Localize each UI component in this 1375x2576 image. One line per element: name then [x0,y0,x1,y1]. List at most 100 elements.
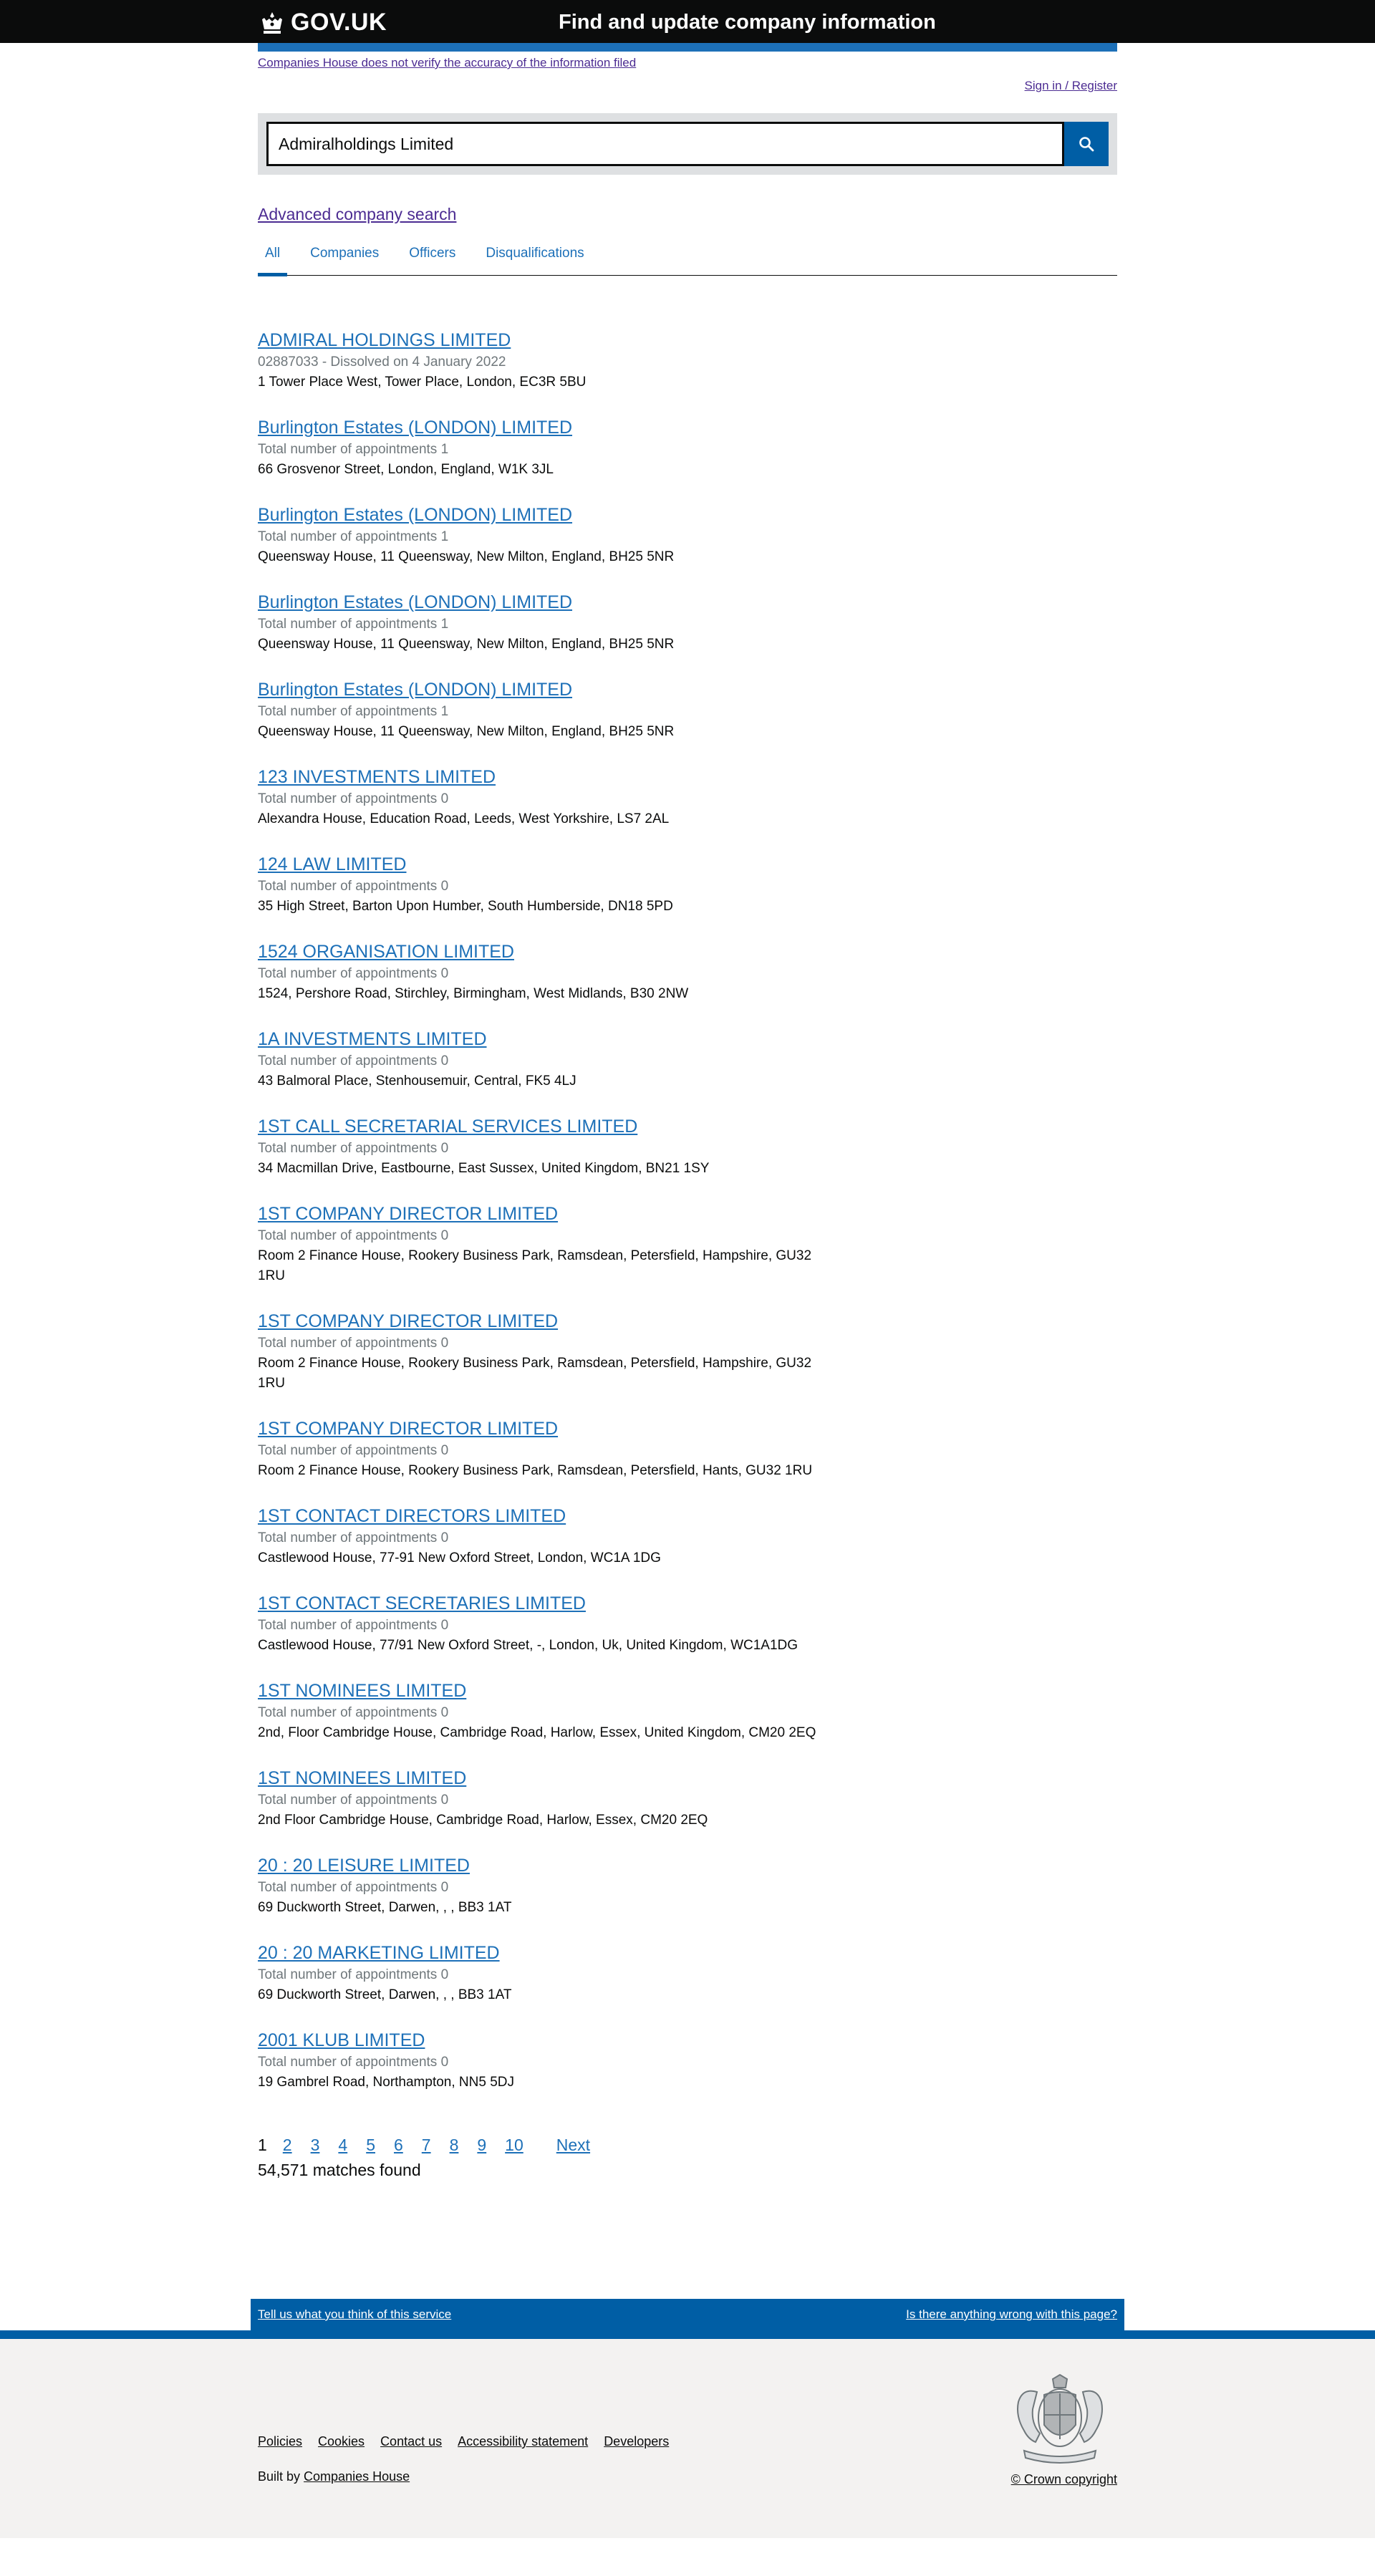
footer-link-accessibility[interactable]: Accessibility statement [458,2434,588,2449]
result-title-link[interactable]: 1ST NOMINEES LIMITED [258,1767,466,1790]
report-problem-link[interactable]: Is there anything wrong with this page? [906,2307,1117,2322]
gov-header: GOV.UK Find and update company informati… [0,0,1375,43]
result-address: 43 Balmoral Place, Stenhousemuir, Centra… [258,1074,576,1089]
next-page-link[interactable]: Next [556,2136,590,2155]
footer-link-developers[interactable]: Developers [604,2434,669,2449]
list-item: 1524 ORGANISATION LIMITED Total number of… [258,940,1117,1004]
list-item: 1ST NOMINEES LIMITED Total number of appo… [258,1767,1117,1830]
result-title-link[interactable]: 1A INVESTMENTS LIMITED [258,1028,487,1051]
page-link-7[interactable]: 7 [422,2136,431,2155]
list-item: 20 : 20 MARKETING LIMITED Total number of… [258,1941,1117,2005]
crown-copyright-link[interactable]: © Crown copyright [1011,2472,1117,2487]
result-address: 19 Gambrel Road, Northampton, NN5 5DJ [258,2075,514,2090]
service-name-link[interactable]: Find and update company information [559,11,936,34]
result-title-link[interactable]: 1ST CONTACT DIRECTORS LIMITED [258,1505,566,1528]
results-list: ADMIRAL HOLDINGS LIMITED 02887033 - Disso… [258,329,1117,2093]
result-address: 34 Macmillan Drive, Eastbourne, East Sus… [258,1161,710,1176]
result-address: Room 2 Finance House, Rookery Business P… [258,1248,812,1283]
search-button[interactable] [1064,122,1109,166]
feedback-bar: Tell us what you think of this service I… [251,2299,1124,2330]
page-link-9[interactable]: 9 [477,2136,486,2155]
result-title-link[interactable]: 1ST COMPANY DIRECTOR LIMITED [258,1202,558,1225]
sign-in-register-link[interactable]: Sign in / Register [1025,79,1117,93]
result-title-link[interactable]: Burlington Estates (LONDON) LIMITED [258,678,572,701]
result-address: Alexandra House, Education Road, Leeds, … [258,811,670,826]
result-address: Queensway House, 11 Queensway, New Milto… [258,724,675,739]
footer-links: Policies Cookies Contact us Accessibilit… [258,2434,685,2449]
result-meta: Total number of appointments 1 [258,704,449,719]
tab-officers[interactable]: Officers [402,241,463,276]
result-meta: Total number of appointments 1 [258,442,449,457]
list-item: 1ST CONTACT SECRETARIES LIMITED Total num… [258,1592,1117,1656]
search-tabs: All Companies Officers Disqualifications [258,241,1117,276]
result-meta: Total number of appointments 0 [258,1880,449,1895]
result-address: 1524, Pershore Road, Stirchley, Birmingh… [258,986,689,1001]
companies-house-link[interactable]: Companies House [304,2469,410,2484]
crown-icon [262,11,282,34]
result-title-link[interactable]: 1ST COMPANY DIRECTOR LIMITED [258,1310,558,1333]
search-bar [258,113,1117,175]
result-title-link[interactable]: Burlington Estates (LONDON) LIMITED [258,503,572,526]
list-item: 1A INVESTMENTS LIMITED Total number of ap… [258,1028,1117,1091]
result-address: 66 Grosvenor Street, London, England, W1… [258,462,554,477]
tab-companies[interactable]: Companies [303,241,386,276]
search-icon [1079,137,1094,152]
result-title-link[interactable]: 124 LAW LIMITED [258,853,406,876]
search-input[interactable] [266,122,1064,166]
result-address: 2nd, Floor Cambridge House, Cambridge Ro… [258,1725,816,1740]
footer-link-cookies[interactable]: Cookies [318,2434,365,2449]
result-title-link[interactable]: 1ST NOMINEES LIMITED [258,1679,466,1702]
main-container: Companies House does not verify the accu… [258,52,1117,2180]
result-title-link[interactable]: 1ST CALL SECRETARIAL SERVICES LIMITED [258,1115,637,1138]
result-title-link[interactable]: 20 : 20 LEISURE LIMITED [258,1854,470,1877]
page-link-4[interactable]: 4 [338,2136,347,2155]
list-item: 1ST NOMINEES LIMITED Total number of appo… [258,1679,1117,1743]
result-address: 35 High Street, Barton Upon Humber, Sout… [258,899,673,914]
header-blue-stripe [258,43,1117,52]
footer: Policies Cookies Contact us Accessibilit… [0,2339,1375,2538]
list-item: 1ST COMPANY DIRECTOR LIMITED Total number… [258,1202,1117,1286]
list-item: ADMIRAL HOLDINGS LIMITED 02887033 - Disso… [258,329,1117,392]
result-address: Castlewood House, 77/91 New Oxford Stree… [258,1638,799,1653]
tab-all[interactable]: All [258,241,288,276]
result-meta: Total number of appointments 0 [258,1336,449,1351]
page-link-8[interactable]: 8 [450,2136,459,2155]
result-meta: Total number of appointments 1 [258,617,449,632]
pagination: 1 2 3 4 5 6 7 8 9 10 Next [258,2136,1117,2155]
result-title-link[interactable]: Burlington Estates (LONDON) LIMITED [258,416,572,439]
tab-disqualifications[interactable]: Disqualifications [478,241,591,276]
result-title-link[interactable]: ADMIRAL HOLDINGS LIMITED [258,329,511,352]
govuk-logo-link[interactable]: GOV.UK [258,9,387,37]
govuk-logo-text: GOV.UK [291,9,387,36]
result-title-link[interactable]: 1ST COMPANY DIRECTOR LIMITED [258,1417,558,1440]
result-title-link[interactable]: 2001 KLUB LIMITED [258,2029,425,2052]
page-link-3[interactable]: 3 [311,2136,320,2155]
feedback-link[interactable]: Tell us what you think of this service [258,2307,451,2322]
list-item: Burlington Estates (LONDON) LIMITED Total… [258,503,1117,567]
result-title-link[interactable]: 1524 ORGANISATION LIMITED [258,940,514,963]
result-title-link[interactable]: 20 : 20 MARKETING LIMITED [258,1941,500,1964]
page-link-5[interactable]: 5 [366,2136,375,2155]
result-title-link[interactable]: 123 INVESTMENTS LIMITED [258,766,496,788]
advanced-search-link[interactable]: Advanced company search [258,205,456,224]
accuracy-disclaimer-link[interactable]: Companies House does not verify the accu… [258,56,636,70]
footer-link-policies[interactable]: Policies [258,2434,302,2449]
royal-crest-icon [1017,2373,1103,2464]
result-meta: Total number of appointments 0 [258,791,449,806]
result-title-link[interactable]: Burlington Estates (LONDON) LIMITED [258,591,572,614]
list-item: 124 LAW LIMITED Total number of appointme… [258,853,1117,917]
result-meta: 02887033 - Dissolved on 4 January 2022 [258,354,506,370]
built-by: Built by Companies House [258,2469,410,2484]
built-by-prefix: Built by [258,2469,301,2484]
result-title-link[interactable]: 1ST CONTACT SECRETARIES LIMITED [258,1592,586,1615]
result-meta: Total number of appointments 0 [258,1053,449,1068]
result-meta: Total number of appointments 0 [258,1705,449,1720]
page-link-2[interactable]: 2 [283,2136,292,2155]
footer-link-contact[interactable]: Contact us [380,2434,442,2449]
list-item: 123 INVESTMENTS LIMITED Total number of a… [258,766,1117,829]
page-link-6[interactable]: 6 [394,2136,403,2155]
list-item: 1ST COMPANY DIRECTOR LIMITED Total number… [258,1417,1117,1481]
result-address: Queensway House, 11 Queensway, New Milto… [258,549,675,564]
page-link-10[interactable]: 10 [505,2136,524,2155]
list-item: 1ST CONTACT DIRECTORS LIMITED Total numbe… [258,1505,1117,1568]
